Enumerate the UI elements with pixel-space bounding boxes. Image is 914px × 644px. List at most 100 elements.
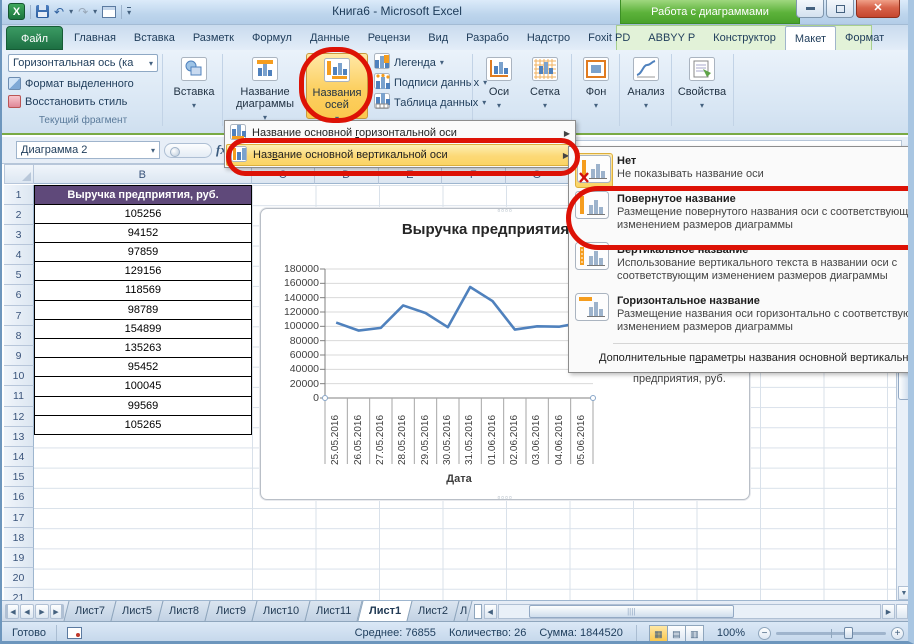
scroll-down-icon[interactable]: ▼: [898, 586, 910, 600]
ribbon-tab[interactable]: Конструктор: [704, 26, 785, 50]
row-header[interactable]: 4: [4, 245, 34, 265]
sheet-tab[interactable]: Лист2: [406, 601, 459, 621]
ribbon-tab[interactable]: Макет: [785, 26, 836, 50]
axes-button[interactable]: Оси ▾: [478, 53, 520, 112]
table-cell[interactable]: 135263: [34, 338, 252, 358]
minimize-button[interactable]: [796, 0, 824, 18]
close-button[interactable]: ✕: [856, 0, 900, 18]
row-header[interactable]: 21: [4, 588, 34, 599]
column-header[interactable]: B: [34, 164, 252, 184]
sheet-tab[interactable]: Лист11: [305, 601, 363, 621]
chart-element-selector[interactable]: Горизонтальная ось (ка ▾: [8, 54, 158, 72]
table-cell[interactable]: 99569: [34, 396, 252, 416]
zoom-in-icon[interactable]: +: [891, 627, 904, 640]
row-header[interactable]: 13: [4, 427, 34, 447]
ribbon-tab[interactable]: Foxit PD: [579, 26, 639, 50]
ribbon-tab[interactable]: Разрабо: [457, 26, 518, 50]
scrollbar-resize-grip[interactable]: [896, 604, 908, 619]
table-cell[interactable]: 118569: [34, 280, 252, 300]
sheet-tab[interactable]: Лист10: [252, 601, 311, 621]
table-cell[interactable]: 105265: [34, 415, 252, 435]
select-all-corner[interactable]: [4, 164, 34, 184]
row-header[interactable]: 10: [4, 366, 34, 386]
menu-item[interactable]: Название основной горизонтальной оси▶: [226, 122, 574, 144]
sheet-tab[interactable]: Лист9: [205, 601, 258, 621]
row-header[interactable]: 1: [4, 185, 34, 205]
table-cell[interactable]: 94152: [34, 223, 252, 243]
ribbon-tab[interactable]: Данные: [301, 26, 359, 50]
next-sheet-icon[interactable]: ▶: [35, 604, 49, 619]
sheet-tab[interactable]: Лист5: [111, 601, 164, 621]
table-cell[interactable]: 95452: [34, 357, 252, 377]
row-header[interactable]: 14: [4, 447, 34, 467]
table-cell[interactable]: 154899: [34, 319, 252, 339]
zoom-out-icon[interactable]: −: [758, 627, 771, 640]
zoom-thumb[interactable]: [844, 627, 853, 639]
ribbon-tab[interactable]: Вид: [419, 26, 457, 50]
save-icon[interactable]: [36, 5, 49, 18]
record-macro-icon[interactable]: [67, 627, 82, 639]
ribbon-tab[interactable]: Вставка: [125, 26, 184, 50]
row-header[interactable]: 7: [4, 306, 34, 326]
submenu-item[interactable]: Повернутое названиеРазмещение повернутог…: [569, 187, 914, 238]
hscroll-left-icon[interactable]: ◀: [484, 604, 497, 619]
submenu-item[interactable]: Вертикальное названиеИспользование верти…: [569, 238, 914, 289]
row-header[interactable]: 15: [4, 467, 34, 487]
redo-dropdown-icon[interactable]: ▾: [93, 7, 97, 16]
row-header[interactable]: 2: [4, 205, 34, 225]
sheet-tab[interactable]: Лист7: [64, 601, 117, 621]
properties-button[interactable]: Свойства ▾: [674, 53, 730, 112]
background-button[interactable]: Фон ▾: [575, 53, 617, 112]
row-header[interactable]: 11: [4, 386, 34, 406]
horizontal-scroll-thumb[interactable]: [529, 605, 734, 618]
row-header[interactable]: 17: [4, 508, 34, 528]
undo-dropdown-icon[interactable]: ▾: [69, 7, 73, 16]
tab-file[interactable]: Файл: [6, 26, 63, 50]
redo-icon[interactable]: ↷: [78, 5, 88, 19]
zoom-track[interactable]: [776, 632, 886, 635]
format-selection-button[interactable]: Формат выделенного: [8, 77, 160, 90]
table-cell[interactable]: 105256: [34, 204, 252, 224]
ribbon-tab[interactable]: Главная: [65, 26, 125, 50]
table-cell[interactable]: 98789: [34, 300, 252, 320]
name-box[interactable]: Диаграмма 2 ▾: [16, 141, 160, 159]
analysis-button[interactable]: Анализ ▾: [622, 53, 670, 112]
horizontal-scrollbar[interactable]: [498, 604, 881, 619]
hscroll-right-icon[interactable]: ▶: [882, 604, 895, 619]
tab-split-handle[interactable]: [474, 604, 482, 619]
page-layout-view-button[interactable]: ▤: [667, 625, 686, 642]
excel-app-icon[interactable]: X: [8, 3, 25, 20]
row-header[interactable]: 8: [4, 326, 34, 346]
data-table-button[interactable]: Таблица данных ▾: [374, 94, 487, 111]
reset-style-button[interactable]: Восстановить стиль: [8, 95, 160, 108]
insert-button[interactable]: Вставка ▾: [168, 53, 220, 112]
print-preview-icon[interactable]: [102, 6, 116, 18]
row-header[interactable]: 3: [4, 225, 34, 245]
ribbon-tab[interactable]: Рецензи: [359, 26, 420, 50]
chart-title-button[interactable]: Название диаграммы ▾: [226, 53, 304, 124]
table-cell[interactable]: 129156: [34, 261, 252, 281]
row-header[interactable]: 18: [4, 528, 34, 548]
row-header[interactable]: 19: [4, 548, 34, 568]
ribbon-tab[interactable]: Формул: [243, 26, 301, 50]
ribbon-tab[interactable]: Надстро: [518, 26, 579, 50]
gridlines-button[interactable]: Сетка ▾: [522, 53, 568, 112]
table-cell[interactable]: 97859: [34, 242, 252, 262]
sheet-tab[interactable]: Лист8: [158, 601, 211, 621]
ribbon-tab[interactable]: ABBYY P: [639, 26, 704, 50]
previous-sheet-icon[interactable]: ◀: [20, 604, 34, 619]
last-sheet-icon[interactable]: ▶: [50, 604, 64, 619]
table-cell[interactable]: 100045: [34, 376, 252, 396]
submenu-item[interactable]: НетНе показывать название оси: [569, 149, 914, 187]
zoom-level[interactable]: 100%: [717, 627, 745, 639]
row-header[interactable]: 9: [4, 346, 34, 366]
data-labels-button[interactable]: Подписи данных ▾: [374, 74, 487, 91]
first-sheet-icon[interactable]: ◀: [5, 604, 19, 619]
row-header[interactable]: 16: [4, 487, 34, 507]
row-header[interactable]: 20: [4, 568, 34, 588]
ribbon-tab[interactable]: Разметк: [184, 26, 243, 50]
sheet-tab[interactable]: Лист1: [357, 601, 412, 621]
undo-icon[interactable]: ↶: [54, 5, 64, 19]
submenu-more-options[interactable]: Дополнительные параметры названия основн…: [569, 347, 914, 370]
table-header-cell[interactable]: Выручка предприятия, руб.: [34, 185, 252, 205]
